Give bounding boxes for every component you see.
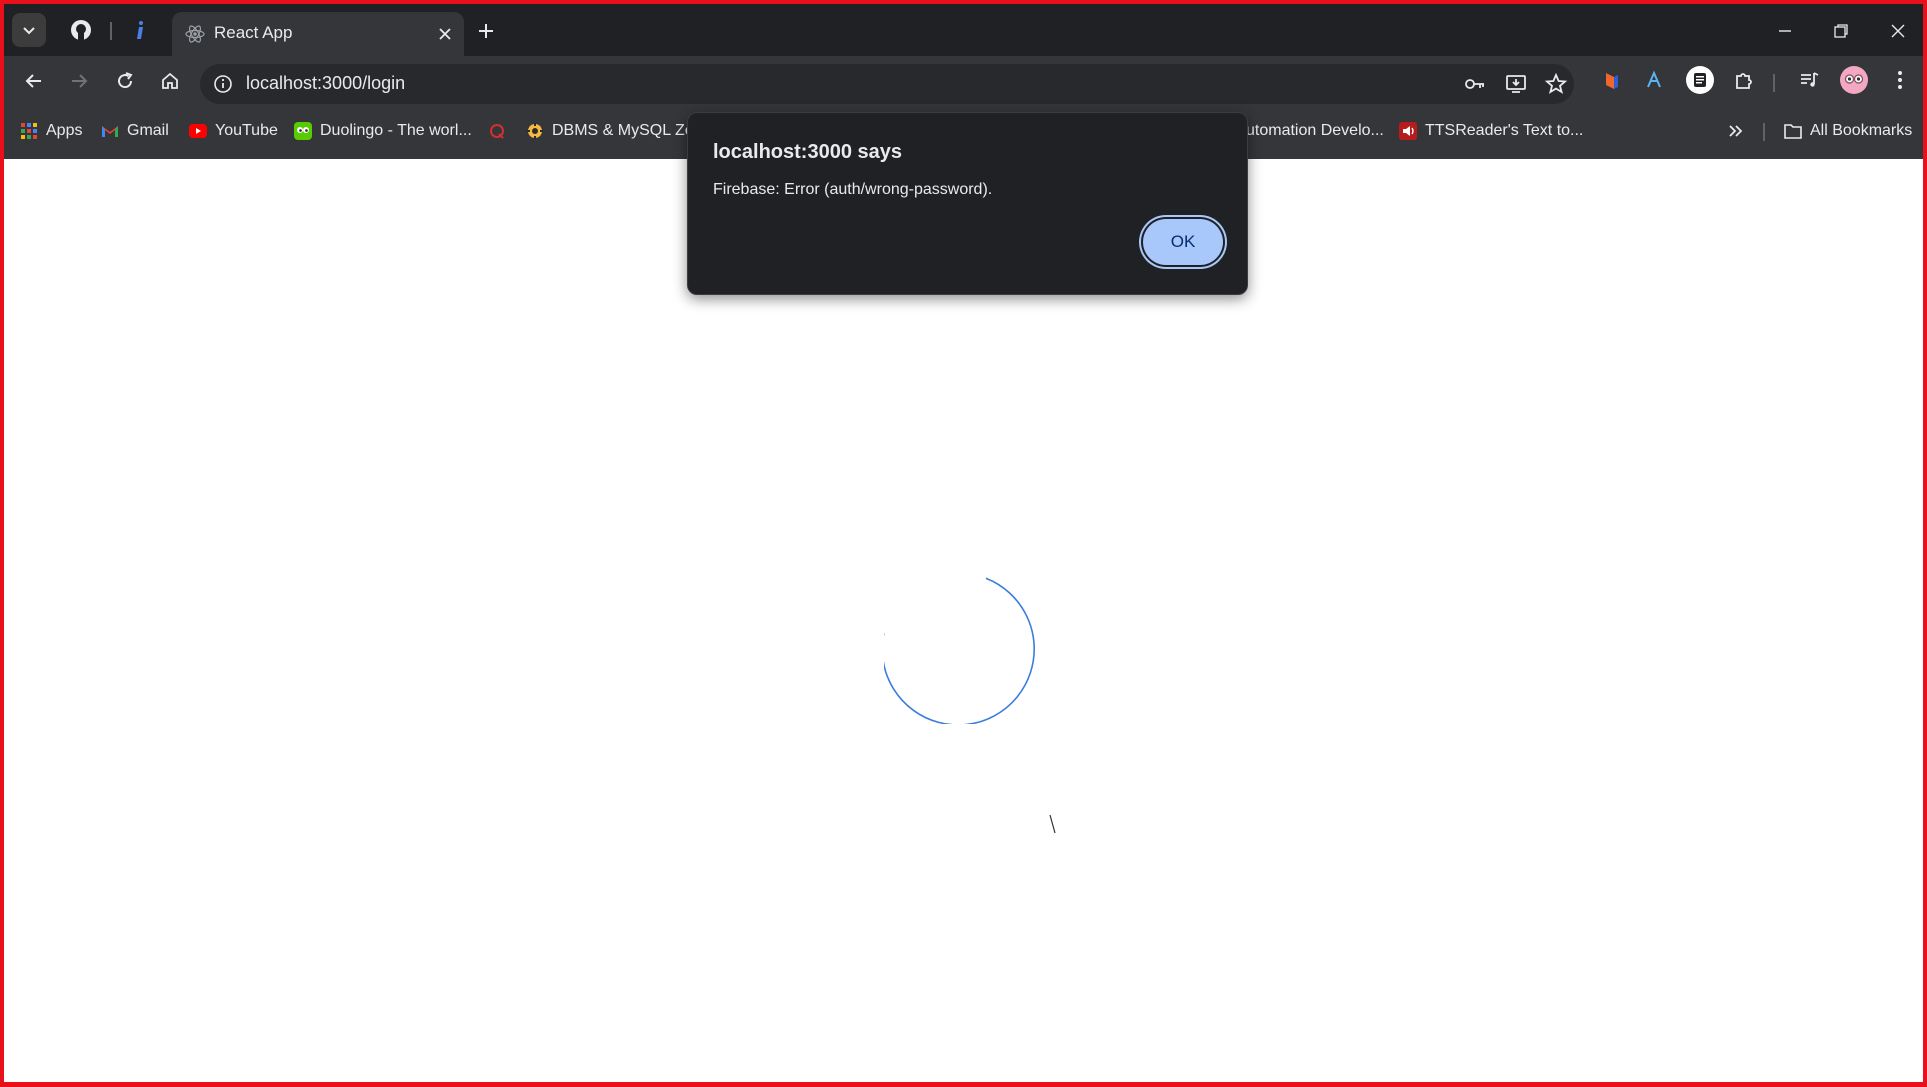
github-icon bbox=[71, 20, 91, 40]
react-icon bbox=[185, 25, 205, 43]
bookmark-label: DBMS & MySQL Zer bbox=[552, 122, 699, 139]
chevron-down-icon bbox=[23, 27, 35, 35]
chrome-menu-button[interactable] bbox=[1885, 65, 1915, 95]
bookmark-label: utomation Develo... bbox=[1246, 122, 1384, 139]
tab-strip: React App bbox=[4, 4, 1923, 56]
duolingo-icon bbox=[294, 122, 312, 140]
extension-orange-icon[interactable] bbox=[1596, 65, 1626, 95]
url-text: localhost:3000/login bbox=[246, 73, 406, 93]
back-button[interactable] bbox=[18, 65, 50, 97]
close-icon bbox=[1891, 24, 1905, 38]
bookmark-label: Gmail bbox=[127, 122, 169, 139]
address-bar[interactable]: localhost:3000/login bbox=[200, 64, 1574, 104]
bookmarks-divider bbox=[1763, 123, 1765, 141]
profile-avatar[interactable] bbox=[1839, 65, 1869, 95]
bookmark-star-icon[interactable] bbox=[1542, 70, 1570, 98]
forward-button[interactable] bbox=[63, 65, 95, 97]
more-vertical-icon bbox=[1898, 71, 1902, 89]
bookmark-apps[interactable]: Apps bbox=[20, 119, 82, 143]
text-cursor-icon bbox=[1049, 814, 1056, 834]
arrow-left-icon bbox=[25, 74, 41, 88]
home-button[interactable] bbox=[154, 65, 186, 97]
close-window-button[interactable] bbox=[1885, 18, 1911, 44]
tab-close-button[interactable] bbox=[434, 23, 456, 45]
bookmark-label: TTSReader's Text to... bbox=[1425, 122, 1584, 139]
apps-grid-icon bbox=[20, 122, 38, 140]
quora-icon bbox=[488, 122, 506, 140]
site-info-icon[interactable] bbox=[212, 73, 234, 95]
bookmark-quora[interactable] bbox=[488, 119, 506, 143]
bookmark-dbms[interactable]: DBMS & MySQL Zer bbox=[526, 119, 699, 143]
plus-icon bbox=[479, 24, 493, 38]
tab-react-app[interactable]: React App bbox=[172, 12, 464, 56]
bookmarks-overflow-button[interactable] bbox=[1726, 119, 1744, 143]
toolbar-divider bbox=[1773, 74, 1775, 92]
minimize-button[interactable] bbox=[1772, 18, 1798, 44]
alert-title: localhost:3000 says bbox=[713, 141, 902, 163]
ttsreader-icon bbox=[1399, 122, 1417, 140]
media-control-icon[interactable] bbox=[1794, 65, 1824, 95]
page-content bbox=[4, 159, 1923, 1082]
tab-title: React App bbox=[214, 23, 293, 42]
tab-search-button[interactable] bbox=[12, 13, 46, 47]
reload-icon bbox=[118, 72, 133, 89]
reload-button[interactable] bbox=[109, 65, 141, 97]
bookmark-label: YouTube bbox=[215, 122, 278, 139]
close-icon bbox=[439, 28, 451, 40]
gmail-icon bbox=[101, 122, 119, 140]
password-key-icon[interactable] bbox=[1461, 70, 1489, 98]
all-bookmarks-label: All Bookmarks bbox=[1810, 122, 1913, 139]
new-tab-button[interactable] bbox=[474, 19, 498, 43]
double-chevron-right-icon bbox=[1726, 122, 1744, 140]
extensions-puzzle-icon[interactable] bbox=[1729, 65, 1759, 95]
loading-spinner bbox=[884, 577, 1035, 724]
bookmark-label: Apps bbox=[46, 122, 83, 139]
tab-divider bbox=[110, 22, 112, 40]
bookmark-gmail[interactable]: Gmail bbox=[101, 119, 169, 143]
pinned-tab-info[interactable] bbox=[126, 16, 154, 44]
install-app-icon[interactable] bbox=[1502, 70, 1530, 98]
bookmark-automation[interactable]: utomation Develo... bbox=[1246, 119, 1384, 143]
screen-frame: React App localhost:3000/login Apps Gmai… bbox=[0, 0, 1927, 1087]
pinned-tab-github[interactable] bbox=[67, 16, 95, 44]
extension-translate-icon[interactable] bbox=[1639, 65, 1669, 95]
browser-toolbar: localhost:3000/login bbox=[4, 56, 1923, 105]
extension-reader-icon[interactable] bbox=[1685, 65, 1715, 95]
bookmark-label: Duolingo - The worl... bbox=[320, 122, 472, 139]
restore-button[interactable] bbox=[1828, 18, 1854, 44]
minimize-icon bbox=[1779, 30, 1791, 32]
info-i-icon bbox=[137, 21, 143, 39]
bookmark-duolingo[interactable]: Duolingo - The worl... bbox=[294, 119, 472, 143]
bookmark-ttsreader[interactable]: TTSReader's Text to... bbox=[1399, 119, 1583, 143]
restore-icon bbox=[1834, 24, 1848, 38]
alert-dialog: localhost:3000 says Firebase: Error (aut… bbox=[687, 112, 1248, 295]
dbms-icon bbox=[526, 122, 544, 140]
folder-icon bbox=[1784, 122, 1802, 140]
arrow-right-icon bbox=[72, 74, 88, 88]
home-icon bbox=[162, 72, 178, 89]
alert-message: Firebase: Error (auth/wrong-password). bbox=[713, 181, 993, 198]
ok-button[interactable]: OK bbox=[1143, 219, 1223, 265]
youtube-icon bbox=[189, 122, 207, 140]
all-bookmarks-button[interactable]: All Bookmarks bbox=[1784, 119, 1912, 143]
bookmark-youtube[interactable]: YouTube bbox=[189, 119, 278, 143]
